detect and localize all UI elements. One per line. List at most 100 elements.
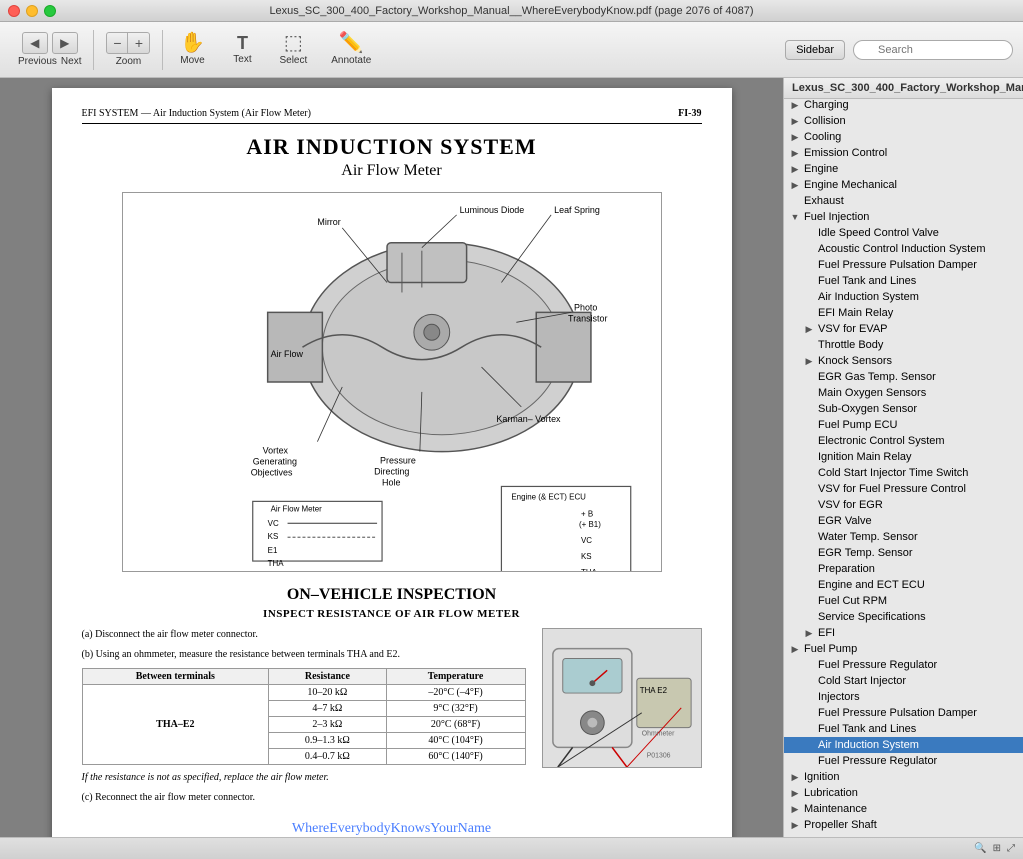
window-controls[interactable] — [8, 5, 56, 17]
step-a-text: (a) Disconnect the air flow meter connec… — [82, 628, 258, 642]
sidebar-item-9[interactable]: ▶Cooling — [784, 129, 1023, 145]
zoom-in-button[interactable]: + — [128, 32, 150, 54]
search-input[interactable] — [853, 40, 1013, 60]
sidebar-item-43[interactable]: Cold Start Injector — [784, 673, 1023, 689]
minimize-button[interactable] — [26, 5, 38, 17]
tree-arrow-10: ▶ — [788, 148, 802, 159]
sidebar-item-33[interactable]: EGR Valve — [784, 513, 1023, 529]
nav-group: ◀ ▶ Previous Next — [10, 28, 89, 71]
sidebar-item-label-42: Fuel Pressure Regulator — [816, 658, 939, 672]
sidebar-item-27[interactable]: Fuel Pump ECU — [784, 417, 1023, 433]
annotate-tool[interactable]: ✏️ Annotate — [319, 29, 383, 70]
sidebar-item-14[interactable]: ▼Fuel Injection — [784, 209, 1023, 225]
page-number: FI-39 — [678, 108, 701, 119]
sidebar-item-44[interactable]: Injectors — [784, 689, 1023, 705]
pdf-viewer[interactable]: EFI SYSTEM — Air Induction System (Air F… — [0, 78, 783, 837]
toolbar: ◀ ▶ Previous Next − + Zoom ✋ Move T Text… — [0, 22, 1023, 78]
sidebar-item-35[interactable]: EGR Temp. Sensor — [784, 545, 1023, 561]
text-tool[interactable]: T Text — [217, 30, 267, 69]
sidebar-item-39[interactable]: Service Specifications — [784, 609, 1023, 625]
sidebar-item-label-48: Fuel Pressure Regulator — [816, 754, 939, 768]
text-label: Text — [233, 54, 251, 65]
sidebar-item-28[interactable]: Electronic Control System — [784, 433, 1023, 449]
maximize-button[interactable] — [44, 5, 56, 17]
tree-arrow-7: ▶ — [788, 100, 802, 111]
svg-text:Engine (& ECT) ECU: Engine (& ECT) ECU — [511, 492, 586, 501]
sidebar-item-42[interactable]: Fuel Pressure Regulator — [784, 657, 1023, 673]
sidebar-item-47[interactable]: Air Induction System — [784, 737, 1023, 753]
sidebar-item-29[interactable]: Ignition Main Relay — [784, 449, 1023, 465]
sidebar-item-24[interactable]: EGR Gas Temp. Sensor — [784, 369, 1023, 385]
sidebar-item-label-29: Ignition Main Relay — [816, 450, 914, 464]
sidebar-item-label-19: Air Induction System — [816, 290, 921, 304]
sidebar-item-26[interactable]: Sub-Oxygen Sensor — [784, 401, 1023, 417]
sidebar-item-7[interactable]: ▶Charging — [784, 99, 1023, 113]
note-text: If the resistance is not as specified, r… — [82, 771, 526, 785]
sidebar-item-label-14: Fuel Injection — [802, 210, 871, 224]
sidebar-item-10[interactable]: ▶Emission Control — [784, 145, 1023, 161]
sidebar-item-41[interactable]: ▶Fuel Pump — [784, 641, 1023, 657]
diagram-svg: Luminous Diode Leaf Spring Mirror Air Fl… — [123, 193, 661, 571]
move-tool[interactable]: ✋ Move — [167, 29, 217, 70]
svg-text:+ B: + B — [581, 509, 593, 518]
sidebar-item-45[interactable]: Fuel Pressure Pulsation Damper — [784, 705, 1023, 721]
sidebar-item-label-22: Throttle Body — [816, 338, 885, 352]
sidebar-item-label-16: Acoustic Control Induction System — [816, 242, 988, 256]
sidebar-item-19[interactable]: Air Induction System — [784, 289, 1023, 305]
sidebar-item-38[interactable]: Fuel Cut RPM — [784, 593, 1023, 609]
sidebar-item-51[interactable]: ▶Maintenance — [784, 801, 1023, 817]
sidebar-item-11[interactable]: ▶Engine — [784, 161, 1023, 177]
sidebar-item-31[interactable]: VSV for Fuel Pressure Control — [784, 481, 1023, 497]
sidebar-item-label-49: Ignition — [802, 770, 841, 784]
sidebar-item-30[interactable]: Cold Start Injector Time Switch — [784, 465, 1023, 481]
main-area: EFI SYSTEM — Air Induction System (Air F… — [0, 78, 1023, 837]
sidebar-item-23[interactable]: ▶Knock Sensors — [784, 353, 1023, 369]
sidebar-item-label-26: Sub-Oxygen Sensor — [816, 402, 919, 416]
sidebar-item-37[interactable]: Engine and ECT ECU — [784, 577, 1023, 593]
sidebar-item-36[interactable]: Preparation — [784, 561, 1023, 577]
sidebar-item-40[interactable]: ▶EFI — [784, 625, 1023, 641]
annotate-label: Annotate — [331, 55, 371, 66]
sidebar-item-50[interactable]: ▶Lubrication — [784, 785, 1023, 801]
sidebar-item-8[interactable]: ▶Collision — [784, 113, 1023, 129]
search-wrapper: 🔍 — [853, 40, 1013, 60]
fit-icon: ⤢ — [1007, 843, 1015, 854]
sidebar-item-label-13: Exhaust — [802, 194, 846, 208]
sidebar-item-34[interactable]: Water Temp. Sensor — [784, 529, 1023, 545]
tree-arrow-8: ▶ — [788, 116, 802, 127]
sidebar-item-16[interactable]: Acoustic Control Induction System — [784, 241, 1023, 257]
photo-svg: THA E2 Ohmmeter P01306 — [543, 628, 701, 768]
sidebar-tree[interactable]: ▶Introduction▶Air Conditioning▶ABS▶Autom… — [784, 99, 1023, 837]
sidebar-item-13[interactable]: Exhaust — [784, 193, 1023, 209]
sidebar-item-label-34: Water Temp. Sensor — [816, 530, 920, 544]
tree-arrow-14: ▼ — [788, 212, 802, 222]
previous-button[interactable]: ◀ — [22, 32, 48, 54]
close-button[interactable] — [8, 5, 20, 17]
sidebar-item-20[interactable]: EFI Main Relay — [784, 305, 1023, 321]
zoom-out-button[interactable]: − — [106, 32, 128, 54]
col-between: Between terminals — [82, 669, 269, 685]
resistance-table: Between terminals Resistance Temperature… — [82, 668, 526, 765]
sidebar-header: Lexus_SC_300_400_Factory_Workshop_Manual… — [784, 78, 1023, 99]
bottom-bar: 🔍 ⊞ ⤢ — [0, 837, 1023, 859]
svg-text:Directing: Directing — [374, 467, 409, 477]
res-0: 10–20 kΩ — [269, 685, 386, 701]
sidebar-item-17[interactable]: Fuel Pressure Pulsation Damper — [784, 257, 1023, 273]
sidebar-item-48[interactable]: Fuel Pressure Regulator — [784, 753, 1023, 769]
sidebar-item-21[interactable]: ▶VSV for EVAP — [784, 321, 1023, 337]
sidebar-button[interactable]: Sidebar — [785, 40, 845, 60]
sidebar-item-22[interactable]: Throttle Body — [784, 337, 1023, 353]
sidebar-item-25[interactable]: Main Oxygen Sensors — [784, 385, 1023, 401]
select-tool[interactable]: ⬚ Select — [267, 29, 319, 70]
sidebar-item-46[interactable]: Fuel Tank and Lines — [784, 721, 1023, 737]
res-1: 4–7 kΩ — [269, 701, 386, 717]
sidebar-item-label-20: EFI Main Relay — [816, 306, 895, 320]
svg-text:THA E2: THA E2 — [639, 686, 666, 695]
sidebar-item-52[interactable]: ▶Propeller Shaft — [784, 817, 1023, 833]
sidebar-item-12[interactable]: ▶Engine Mechanical — [784, 177, 1023, 193]
sidebar-item-15[interactable]: Idle Speed Control Valve — [784, 225, 1023, 241]
sidebar-item-49[interactable]: ▶Ignition — [784, 769, 1023, 785]
sidebar-item-18[interactable]: Fuel Tank and Lines — [784, 273, 1023, 289]
sidebar-item-32[interactable]: VSV for EGR — [784, 497, 1023, 513]
next-button[interactable]: ▶ — [52, 32, 78, 54]
